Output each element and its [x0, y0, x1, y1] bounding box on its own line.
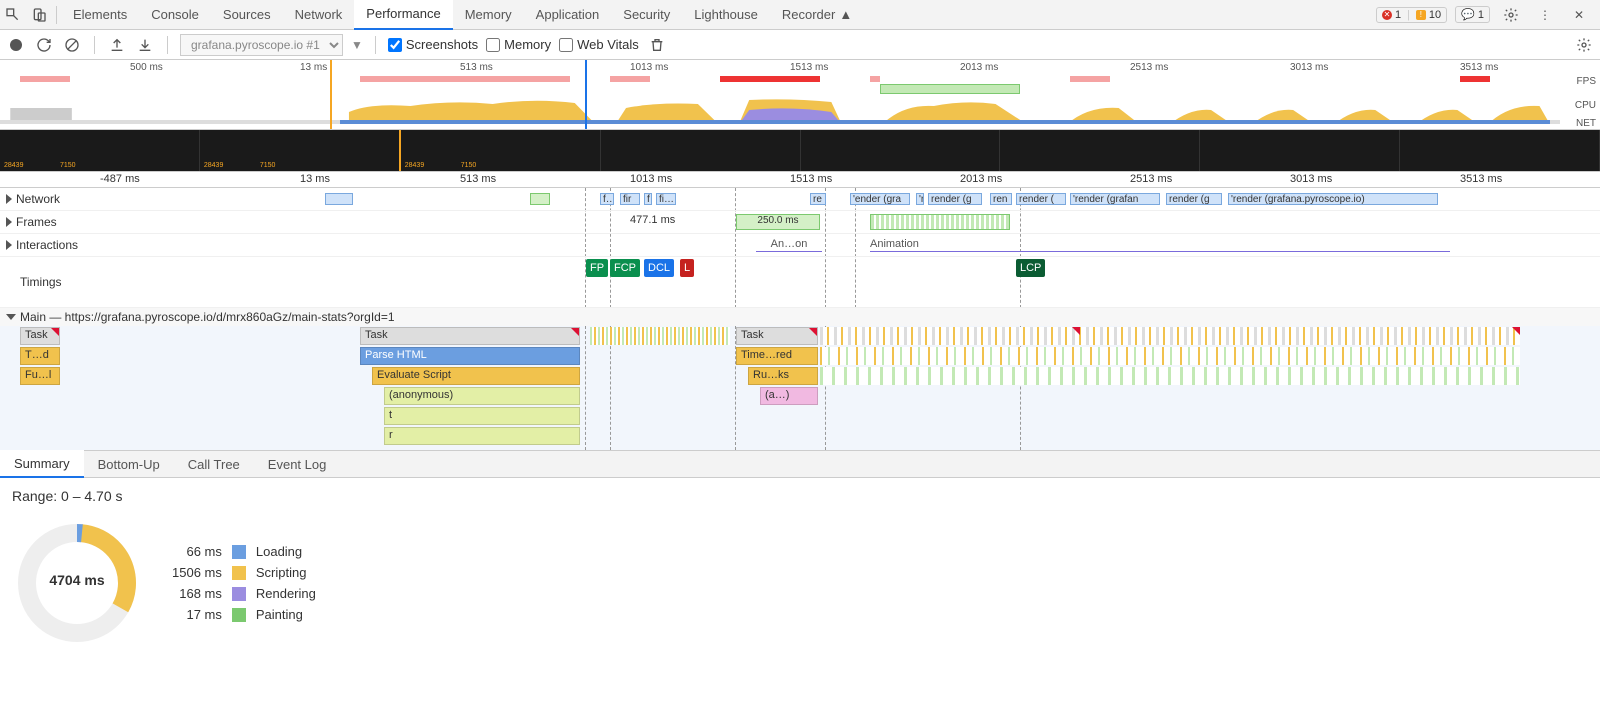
tab-performance[interactable]: Performance	[354, 0, 452, 30]
tab-elements[interactable]: Elements	[61, 0, 139, 30]
timing-dcl[interactable]: DCL	[644, 259, 674, 277]
selection-marker-left[interactable]	[330, 60, 332, 129]
tab-application[interactable]: Application	[524, 0, 612, 30]
frames-row[interactable]: Frames 477.1 ms 250.0 ms	[0, 211, 1600, 234]
tab-security[interactable]: Security	[611, 0, 682, 30]
upload-icon[interactable]	[107, 35, 127, 55]
kebab-icon[interactable]: ⋮	[1532, 2, 1558, 28]
message-badge[interactable]: 💬1	[1455, 6, 1490, 23]
overview-activity	[0, 76, 1560, 82]
clear-icon[interactable]	[62, 35, 82, 55]
summary-donut: 4704 ms	[12, 518, 142, 648]
flame-task[interactable]: Task	[360, 327, 580, 345]
download-icon[interactable]	[135, 35, 155, 55]
separator	[167, 36, 168, 54]
summary-range: Range: 0 – 4.70 s	[12, 488, 1588, 504]
timing-fcp[interactable]: FCP	[610, 259, 640, 277]
close-icon[interactable]: ✕	[1566, 2, 1592, 28]
gear-icon[interactable]	[1498, 2, 1524, 28]
timing-lcp[interactable]: LCP	[1016, 259, 1045, 277]
flame-chart[interactable]: Main — https://grafana.pyroscope.io/d/mr…	[0, 308, 1600, 450]
animation-bar[interactable]: Animation	[870, 238, 1450, 252]
tab-eventlog[interactable]: Event Log	[254, 450, 341, 478]
inspect-icon[interactable]	[0, 2, 26, 28]
recording-select[interactable]: grafana.pyroscope.io #1	[180, 34, 343, 56]
tab-recorder[interactable]: Recorder ▲	[770, 0, 864, 30]
tab-summary[interactable]: Summary	[0, 450, 84, 478]
separator	[375, 36, 376, 54]
network-row[interactable]: Network f… fir f fi… re 'ender (gra 'r r…	[0, 188, 1600, 211]
details-tabs: Summary Bottom-Up Call Tree Event Log	[0, 450, 1600, 478]
timing-load[interactable]: L	[680, 259, 694, 277]
summary-panel: Range: 0 – 4.70 s 4704 ms 66 msLoading 1…	[0, 478, 1600, 658]
cpu-label: CPU	[1575, 100, 1596, 111]
perf-toolbar: grafana.pyroscope.io #1 ▼ Screenshots Me…	[0, 30, 1600, 60]
tab-calltree[interactable]: Call Tree	[174, 450, 254, 478]
status-group: ✕1 | !10 💬1 ⋮ ✕	[1368, 2, 1600, 28]
screenshots-checkbox[interactable]: Screenshots	[388, 37, 478, 52]
reload-icon[interactable]	[34, 35, 54, 55]
trash-icon[interactable]	[647, 35, 667, 55]
tab-lighthouse[interactable]: Lighthouse	[682, 0, 770, 30]
filmstrip[interactable]: 284397150 284397150 284397150	[0, 130, 1600, 172]
memory-checkbox[interactable]: Memory	[486, 37, 551, 52]
tab-network[interactable]: Network	[283, 0, 355, 30]
error-badge[interactable]: ✕1 | !10	[1376, 7, 1447, 23]
expand-icon[interactable]	[6, 240, 12, 250]
timing-fp[interactable]: FP	[586, 259, 608, 277]
flame-task[interactable]: Task	[736, 327, 818, 345]
expand-icon[interactable]	[6, 194, 12, 204]
interactions-row[interactable]: Interactions An…on Animation	[0, 234, 1600, 257]
expand-icon[interactable]	[6, 217, 12, 227]
timeline-panel[interactable]: Network f… fir f fi… re 'ender (gra 'r r…	[0, 188, 1600, 308]
collapse-icon[interactable]	[6, 314, 16, 320]
net-label: NET	[1576, 118, 1596, 129]
tab-memory[interactable]: Memory	[453, 0, 524, 30]
network-bar[interactable]	[325, 193, 353, 205]
perf-settings-icon[interactable]	[1574, 35, 1594, 55]
main-thread-header[interactable]: Main — https://grafana.pyroscope.io/d/mr…	[0, 308, 1600, 326]
timings-row[interactable]: Timings FP FCP DCL L LCP	[0, 257, 1600, 308]
fps-label: FPS	[1577, 76, 1596, 87]
selection-marker-right[interactable]	[585, 60, 587, 129]
tab-sources[interactable]: Sources	[211, 0, 283, 30]
separator	[56, 6, 57, 24]
flame-task[interactable]: Task	[20, 327, 60, 345]
tab-bottomup[interactable]: Bottom-Up	[84, 450, 174, 478]
overview-ruler: 500 ms 13 ms 513 ms 1013 ms 1513 ms 2013…	[0, 60, 1600, 74]
separator	[94, 36, 95, 54]
webvitals-checkbox[interactable]: Web Vitals	[559, 37, 639, 52]
frame-bar[interactable]: 250.0 ms	[736, 214, 820, 230]
main-thread-label: Main — https://grafana.pyroscope.io/d/mr…	[20, 310, 395, 324]
summary-total: 4704 ms	[12, 572, 142, 588]
overview-frame-bar	[880, 84, 1020, 94]
devtools-tabs: Elements Console Sources Network Perform…	[61, 0, 1368, 30]
animation-bar[interactable]: An…on	[756, 238, 822, 252]
frame-duration: 477.1 ms	[630, 214, 675, 226]
devtools-toolbar: Elements Console Sources Network Perform…	[0, 0, 1600, 30]
overview-strip[interactable]: 500 ms 13 ms 513 ms 1013 ms 1513 ms 2013…	[0, 60, 1600, 130]
overview-net-line	[340, 120, 1550, 124]
summary-legend: 66 msLoading 1506 msScripting 168 msRend…	[172, 544, 316, 622]
device-toggle-icon[interactable]	[26, 2, 52, 28]
tab-console[interactable]: Console	[139, 0, 211, 30]
record-icon[interactable]	[6, 35, 26, 55]
timeline-ruler[interactable]: -487 ms 13 ms 513 ms 1013 ms 1513 ms 201…	[0, 172, 1600, 188]
